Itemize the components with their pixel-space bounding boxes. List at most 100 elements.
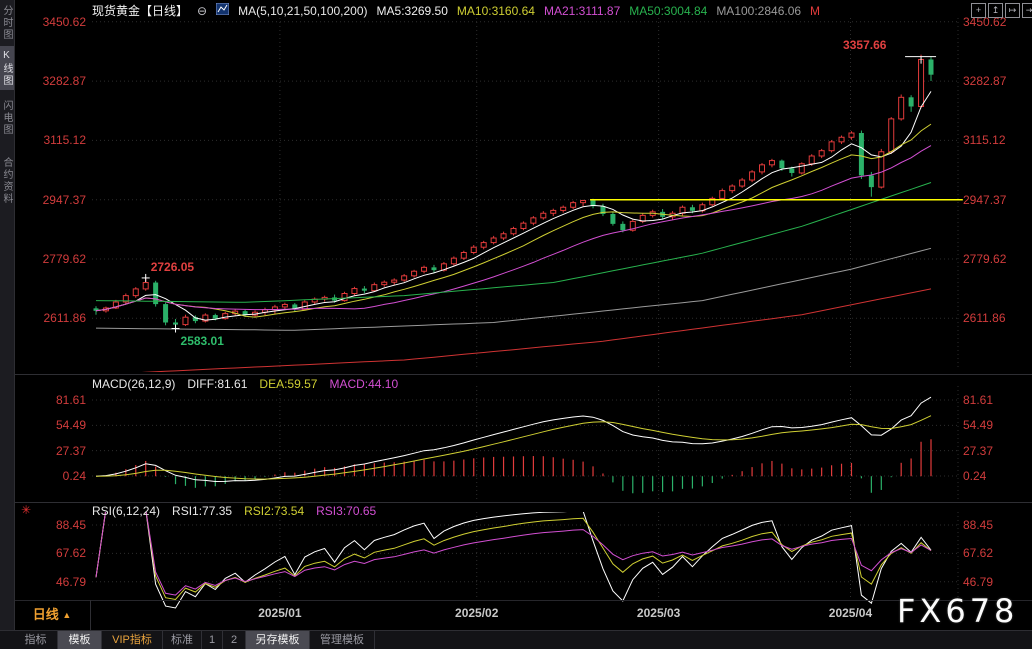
candle[interactable] bbox=[531, 216, 536, 225]
ma200-value-truncated: M bbox=[810, 4, 820, 18]
candle[interactable] bbox=[740, 178, 745, 188]
tab-vip-indicators[interactable]: VIP指标 bbox=[102, 631, 163, 649]
candle[interactable] bbox=[551, 209, 556, 216]
candle[interactable] bbox=[829, 140, 834, 152]
candle[interactable] bbox=[889, 117, 894, 154]
x-axis-date-label: 2025/02 bbox=[447, 606, 507, 620]
period-selector[interactable]: 日线 ▲ bbox=[14, 600, 91, 630]
candle[interactable] bbox=[899, 94, 904, 120]
candle[interactable] bbox=[382, 280, 387, 286]
candle[interactable] bbox=[412, 270, 417, 278]
price-annotation: 2726.05 bbox=[151, 260, 194, 274]
candle[interactable] bbox=[571, 201, 576, 209]
ma-indicator-icon[interactable] bbox=[216, 3, 229, 18]
candle[interactable] bbox=[561, 205, 566, 212]
candle[interactable] bbox=[760, 163, 765, 174]
price-tick-label: 2779.62 bbox=[963, 252, 1029, 266]
sidebar-item-contract-info[interactable]: 合约资料 bbox=[0, 150, 14, 212]
candle[interactable] bbox=[799, 162, 804, 174]
candle[interactable] bbox=[392, 278, 397, 285]
candle[interactable] bbox=[223, 312, 228, 320]
price-tick-label: 67.62 bbox=[14, 546, 86, 560]
candle[interactable] bbox=[372, 283, 377, 292]
candle[interactable] bbox=[342, 292, 347, 302]
indicator-line bbox=[96, 509, 931, 595]
footer-toolbar: 指标 模板 VIP指标 标准 1 2 另存模板 管理模板 bbox=[0, 630, 1032, 649]
candle[interactable] bbox=[471, 245, 476, 254]
sidebar-item-kline-chart[interactable]: K线图 bbox=[0, 46, 14, 90]
tab-template[interactable]: 模板 bbox=[58, 631, 102, 649]
candle[interactable] bbox=[402, 274, 407, 282]
candle[interactable] bbox=[153, 281, 158, 307]
candle[interactable] bbox=[839, 135, 844, 143]
zoom-y-axis-icon[interactable]: ↥ bbox=[988, 3, 1003, 18]
candle[interactable] bbox=[362, 286, 367, 293]
ma10-value: MA10:3160.64 bbox=[457, 4, 535, 18]
ma21-value: MA21:3111.87 bbox=[544, 4, 620, 18]
price-tick-label: 3282.87 bbox=[14, 74, 86, 88]
macd-layer bbox=[96, 397, 931, 493]
candle[interactable] bbox=[501, 232, 506, 240]
macd-dea-value: DEA:59.57 bbox=[259, 377, 317, 391]
tab-standard[interactable]: 标准 bbox=[163, 631, 202, 649]
candle[interactable] bbox=[183, 315, 188, 326]
price-tick-label: 2947.37 bbox=[14, 193, 86, 207]
pan-icon[interactable]: + bbox=[971, 3, 986, 18]
chart-canvas[interactable] bbox=[0, 0, 1032, 649]
candle[interactable] bbox=[710, 197, 715, 207]
tab-indicators[interactable]: 指标 bbox=[14, 631, 58, 649]
ma50-value: MA50:3004.84 bbox=[629, 4, 707, 18]
candle[interactable] bbox=[929, 57, 934, 81]
fx678-watermark: FX678 bbox=[897, 592, 1018, 630]
candle[interactable] bbox=[521, 221, 526, 230]
price-annotation: 2583.01 bbox=[181, 334, 224, 348]
candle[interactable] bbox=[163, 303, 168, 326]
candle[interactable] bbox=[541, 211, 546, 219]
sidebar: 分时图 K线图 闪电图 合约资料 bbox=[0, 0, 15, 649]
zoom-x-axis-icon[interactable]: ↦ bbox=[1005, 3, 1020, 18]
candle[interactable] bbox=[123, 294, 128, 305]
price-tick-label: 81.61 bbox=[963, 393, 1029, 407]
candle[interactable] bbox=[203, 313, 208, 322]
alert-starburst-icon[interactable]: ✳ bbox=[21, 503, 31, 517]
candle[interactable] bbox=[909, 95, 914, 112]
shift-right-icon[interactable]: ⇥ bbox=[1022, 3, 1032, 18]
candle[interactable] bbox=[282, 303, 287, 310]
candle[interactable] bbox=[610, 211, 615, 225]
candle[interactable] bbox=[750, 170, 755, 182]
candle[interactable] bbox=[422, 266, 427, 274]
candle[interactable] bbox=[491, 236, 496, 244]
candles-layer bbox=[94, 55, 934, 329]
price-tick-label: 27.37 bbox=[963, 444, 1029, 458]
candle[interactable] bbox=[451, 256, 456, 265]
candle[interactable] bbox=[312, 297, 317, 304]
collapse-icon[interactable]: ⊖ bbox=[197, 4, 207, 18]
candle[interactable] bbox=[640, 213, 645, 223]
candle[interactable] bbox=[352, 287, 357, 295]
candle[interactable] bbox=[262, 308, 267, 316]
candle[interactable] bbox=[819, 149, 824, 158]
sidebar-item-time-chart[interactable]: 分时图 bbox=[0, 3, 14, 43]
candle[interactable] bbox=[581, 200, 586, 206]
candle[interactable] bbox=[461, 251, 466, 260]
candle[interactable] bbox=[879, 149, 884, 189]
candle[interactable] bbox=[481, 241, 486, 249]
tab-1[interactable]: 1 bbox=[202, 631, 223, 649]
candle[interactable] bbox=[630, 220, 635, 232]
candle[interactable] bbox=[431, 265, 436, 273]
candle[interactable] bbox=[849, 131, 854, 139]
tab-save-template[interactable]: 另存模板 bbox=[246, 631, 310, 649]
price-tick-label: 88.45 bbox=[963, 518, 1029, 532]
candle[interactable] bbox=[292, 303, 297, 311]
tab-2[interactable]: 2 bbox=[223, 631, 246, 649]
candle[interactable] bbox=[511, 227, 516, 236]
candle[interactable] bbox=[730, 184, 735, 193]
price-tick-label: 3450.62 bbox=[14, 15, 86, 29]
candle[interactable] bbox=[769, 159, 774, 167]
candle[interactable] bbox=[133, 287, 138, 298]
candle[interactable] bbox=[720, 189, 725, 200]
tab-manage-template[interactable]: 管理模板 bbox=[310, 631, 375, 649]
candle[interactable] bbox=[859, 131, 864, 179]
sidebar-item-lightning-chart[interactable]: 闪电图 bbox=[0, 96, 14, 140]
price-tick-label: 46.79 bbox=[14, 575, 86, 589]
